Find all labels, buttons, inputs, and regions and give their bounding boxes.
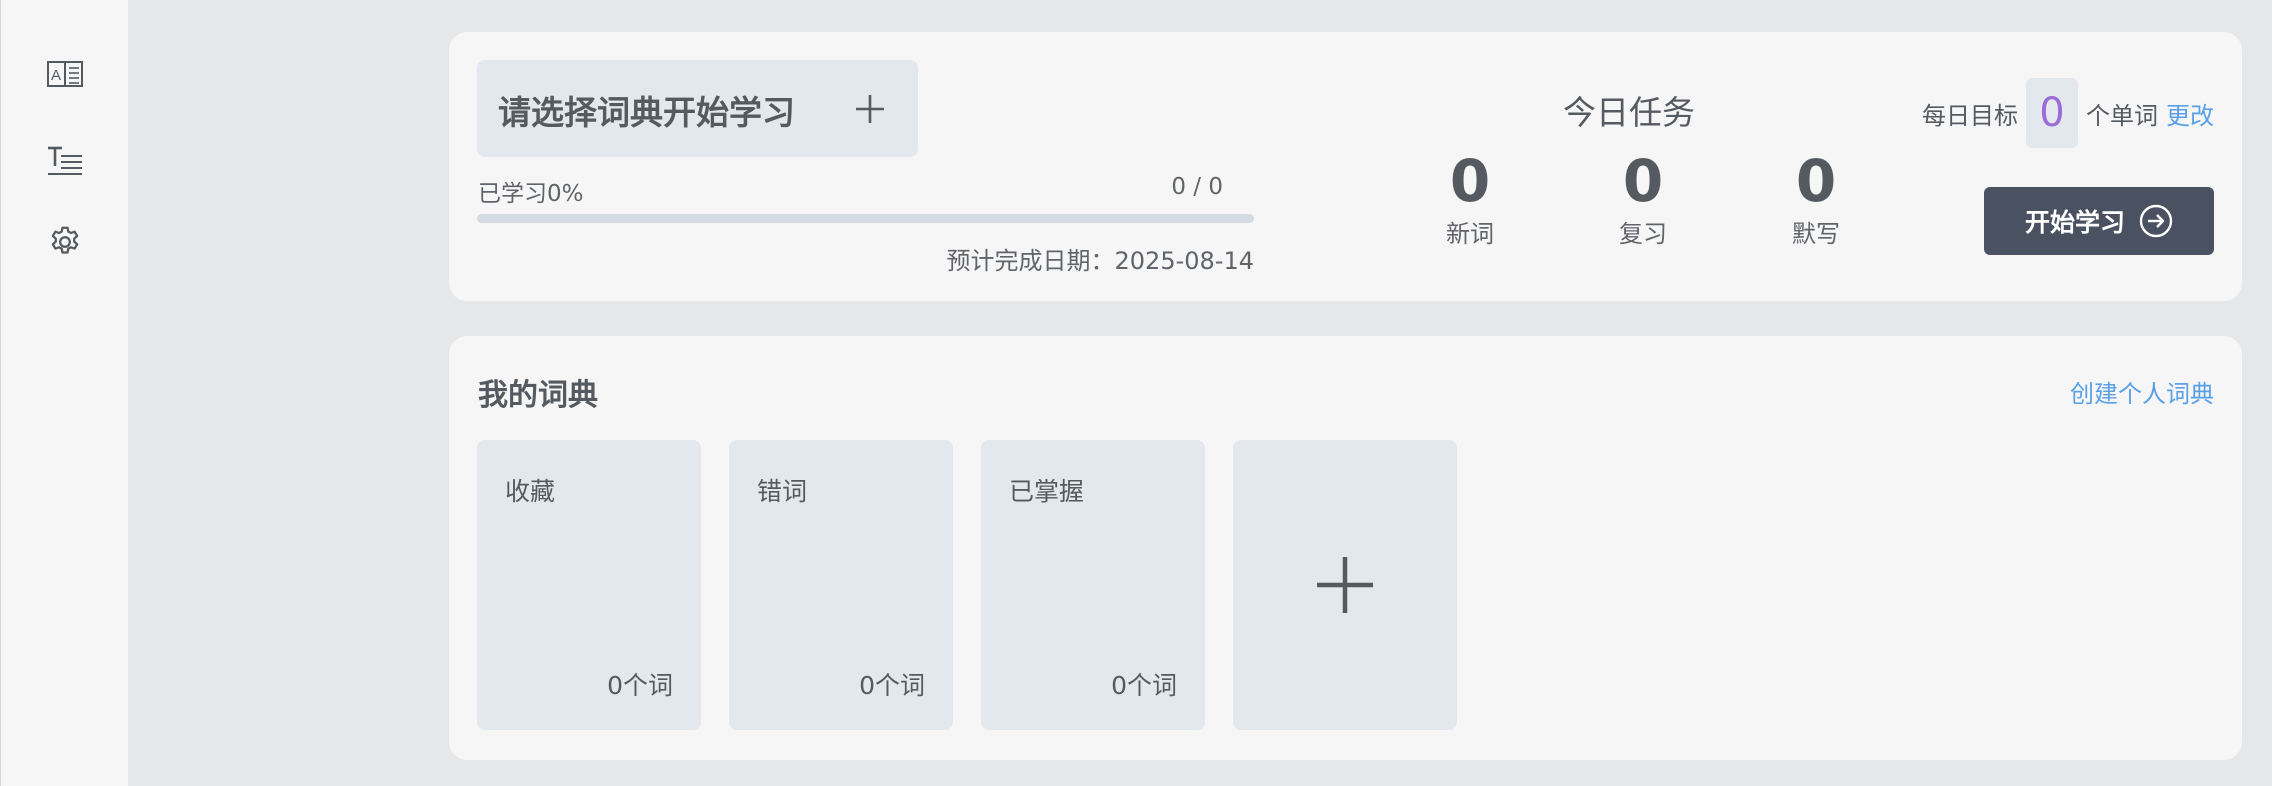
task-dictation: 0 默写 (1756, 150, 1876, 249)
daily-goal-value: 0 (2026, 78, 2078, 148)
dictionary-word-count: 0个词 (607, 671, 673, 700)
dictionary-tile-favorites[interactable]: 收藏 0个词 (477, 440, 701, 730)
progress-count: 0 / 0 (1171, 174, 1223, 200)
dictionary-word-count: 0个词 (859, 671, 925, 700)
dictionary-name: 错词 (757, 477, 808, 506)
plus-icon (1317, 557, 1373, 613)
my-dictionaries-card: 我的词典 创建个人词典 收藏 0个词 错词 0个词 已掌握 0个词 (449, 336, 2242, 760)
change-goal-link[interactable]: 更改 (2166, 96, 2214, 131)
select-dictionary-label: 请选择词典开始学习 (498, 93, 795, 132)
task-count: 0 (1622, 147, 1664, 215)
sidebar-item-settings[interactable] (45, 222, 85, 262)
start-learning-button[interactable]: 开始学习 (1984, 187, 2214, 255)
task-count: 0 (1795, 147, 1837, 215)
task-count: 0 (1449, 147, 1491, 215)
daily-goal-suffix: 个单词 (2086, 101, 2158, 130)
add-dictionary-tile[interactable] (1233, 440, 1457, 730)
select-dictionary-button[interactable]: 请选择词典开始学习 (477, 60, 918, 157)
create-personal-dictionary-link[interactable]: 创建个人词典 (2070, 374, 2214, 409)
dictionary-word-count: 0个词 (1111, 671, 1177, 700)
task-review: 0 复习 (1583, 150, 1703, 249)
start-learning-label: 开始学习 (2024, 208, 2125, 237)
daily-goal: 每日目标 0 个单词 更改 (1922, 78, 2214, 148)
estimated-completion-date: 预计完成日期：2025-08-14 (946, 247, 1254, 275)
task-label: 新词 (1446, 220, 1494, 248)
task-label: 复习 (1619, 220, 1667, 248)
book-icon: A (47, 61, 83, 87)
daily-goal-prefix: 每日目标 (1922, 101, 2018, 130)
dictionary-tile-mistakes[interactable]: 错词 0个词 (729, 440, 953, 730)
progress-bar (477, 214, 1254, 223)
dictionary-name: 收藏 (505, 477, 556, 506)
task-label: 默写 (1792, 220, 1840, 248)
plus-icon (856, 95, 884, 123)
my-dictionaries-title: 我的词典 (478, 378, 598, 413)
gear-icon (51, 226, 79, 254)
text-list-icon (48, 146, 82, 175)
dictionary-name: 已掌握 (1009, 477, 1085, 506)
dictionary-tile-mastered[interactable]: 已掌握 0个词 (981, 440, 1205, 730)
sidebar-item-dictionary[interactable]: A (45, 54, 85, 94)
today-tasks-title: 今日任务 (1563, 93, 1695, 132)
svg-text:A: A (51, 67, 61, 84)
study-overview-card: 请选择词典开始学习 已学习0% 0 / 0 预计完成日期：2025-08-14 … (449, 32, 2242, 301)
progress-label: 已学习0% (478, 181, 584, 207)
sidebar-item-articles[interactable] (45, 140, 85, 180)
sidebar: A (0, 0, 128, 786)
arrow-right-circle-icon (2139, 204, 2173, 238)
task-new-words: 0 新词 (1410, 150, 1530, 249)
